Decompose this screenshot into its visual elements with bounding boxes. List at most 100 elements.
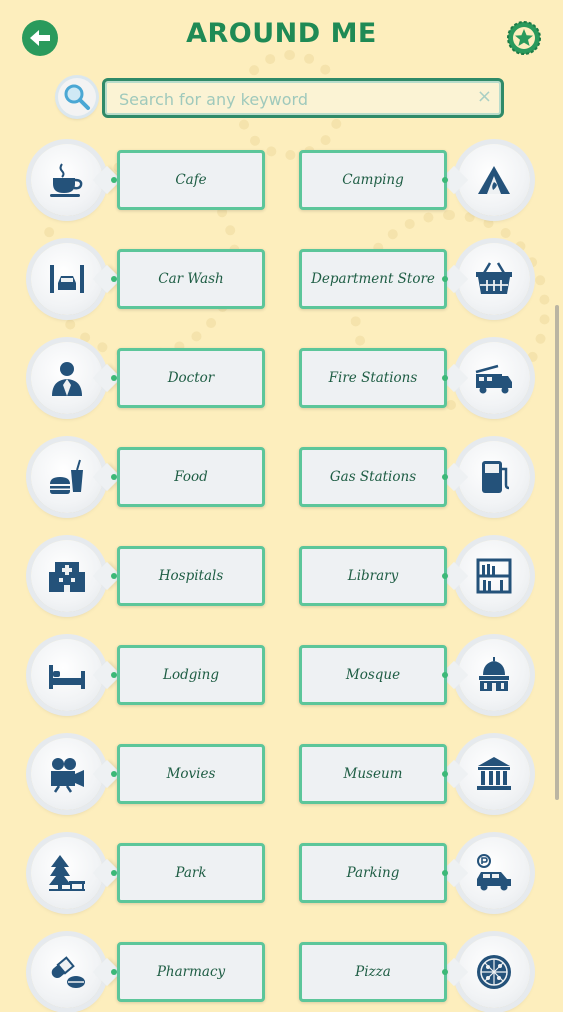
fuel-pump-icon	[482, 461, 510, 493]
connector-dot	[442, 474, 448, 480]
star-badge-icon	[507, 21, 541, 55]
category-label: Department Store	[311, 271, 435, 287]
category-tile-lodging[interactable]: Lodging	[27, 635, 267, 715]
connector-dot	[442, 672, 448, 678]
search-icon	[64, 84, 90, 110]
connector-dot	[111, 672, 117, 678]
category-label-box: Car Wash	[117, 249, 265, 309]
search-field-frame: ×	[102, 78, 504, 118]
category-tile-park[interactable]: Park	[27, 833, 267, 913]
category-label-box: Fire Stations	[299, 348, 447, 408]
category-label-box: Lodging	[117, 645, 265, 705]
connector-dot	[111, 771, 117, 777]
connector-dot	[442, 573, 448, 579]
category-label-box: Department Store	[299, 249, 447, 309]
category-tile-library[interactable]: Library	[296, 536, 536, 616]
category-tile-car-wash[interactable]: Car Wash	[27, 239, 267, 319]
connector-dot	[111, 276, 117, 282]
category-label-box: Pizza	[299, 942, 447, 1002]
category-tile-gas-stations[interactable]: Gas Stations	[296, 437, 536, 517]
category-tile-pharmacy[interactable]: Pharmacy	[27, 932, 267, 1012]
category-label-box: Pharmacy	[117, 942, 265, 1002]
category-label: Hospitals	[158, 568, 224, 584]
category-tile-hospitals[interactable]: Hospitals	[27, 536, 267, 616]
connector-dot	[111, 573, 117, 579]
tent-icon	[478, 166, 510, 194]
category-label: Food	[174, 469, 208, 485]
category-tile-movies[interactable]: Movies	[27, 734, 267, 814]
parking-car-icon	[477, 854, 511, 891]
category-label: Pizza	[355, 964, 391, 980]
connector-dot	[111, 375, 117, 381]
hospital-building-icon	[49, 562, 85, 592]
category-icon-circle	[458, 639, 530, 711]
category-tile-camping[interactable]: Camping	[296, 140, 536, 220]
category-label-box: Cafe	[117, 150, 265, 210]
category-label: Pharmacy	[156, 964, 226, 980]
category-icon-circle	[458, 936, 530, 1008]
film-camera-icon	[51, 758, 84, 793]
pill-capsule-icon	[51, 956, 85, 988]
category-label: Park	[175, 865, 207, 881]
bed-icon	[49, 665, 85, 689]
bookshelf-icon	[476, 558, 512, 594]
category-label: Doctor	[167, 370, 215, 386]
coffee-cup-icon	[50, 163, 83, 197]
clear-search-button[interactable]: ×	[477, 86, 492, 107]
category-tile-pizza[interactable]: Pizza	[296, 932, 536, 1012]
category-label: Fire Stations	[328, 370, 418, 386]
category-label: Camping	[342, 172, 404, 188]
connector-dot	[111, 177, 117, 183]
pizza-icon	[477, 955, 511, 989]
shopping-basket-icon	[476, 262, 512, 294]
category-icon-circle	[458, 144, 530, 216]
category-label-box: Hospitals	[117, 546, 265, 606]
mosque-icon	[479, 657, 509, 691]
category-icon-circle	[458, 540, 530, 612]
category-label: Mosque	[345, 667, 401, 683]
connector-dot	[442, 870, 448, 876]
connector-dot	[111, 870, 117, 876]
category-label-box: Mosque	[299, 645, 447, 705]
connector-dot	[442, 969, 448, 975]
search-input[interactable]	[117, 85, 471, 113]
category-label: Movies	[166, 766, 216, 782]
category-label: Car Wash	[158, 271, 224, 287]
category-tile-parking[interactable]: Parking	[296, 833, 536, 913]
category-label-box: Movies	[117, 744, 265, 804]
search-button[interactable]	[58, 78, 96, 116]
burger-drink-icon	[50, 459, 83, 494]
category-label-box: Library	[299, 546, 447, 606]
category-tile-mosque[interactable]: Mosque	[296, 635, 536, 715]
category-tile-cafe[interactable]: Cafe	[27, 140, 267, 220]
category-label: Gas Stations	[329, 469, 417, 485]
category-label-box: Park	[117, 843, 265, 903]
category-label-box: Camping	[299, 150, 447, 210]
category-label-box: Parking	[299, 843, 447, 903]
favorites-button[interactable]	[506, 20, 542, 56]
category-tile-food[interactable]: Food	[27, 437, 267, 517]
category-label: Library	[347, 568, 399, 584]
connector-dot	[442, 177, 448, 183]
connector-dot	[442, 276, 448, 282]
museum-icon	[477, 757, 511, 790]
category-tile-department-store[interactable]: Department Store	[296, 239, 536, 319]
category-label-box: Gas Stations	[299, 447, 447, 507]
scrollbar[interactable]	[555, 305, 559, 800]
category-label-box: Food	[117, 447, 265, 507]
category-label: Cafe	[175, 172, 207, 188]
page-title: AROUND ME	[186, 18, 377, 49]
tree-bench-icon	[49, 855, 85, 891]
category-tile-museum[interactable]: Museum	[296, 734, 536, 814]
category-icon-circle	[458, 342, 530, 414]
category-tile-doctor[interactable]: Doctor	[27, 338, 267, 418]
connector-dot	[111, 474, 117, 480]
category-icon-circle	[458, 243, 530, 315]
category-icon-circle	[458, 738, 530, 810]
top-bar: AROUND ME	[0, 0, 563, 78]
category-label: Parking	[346, 865, 400, 881]
car-wash-icon	[50, 265, 84, 293]
category-tile-fire-stations[interactable]: Fire Stations	[296, 338, 536, 418]
category-label: Lodging	[162, 667, 220, 683]
doctor-icon	[52, 362, 82, 396]
